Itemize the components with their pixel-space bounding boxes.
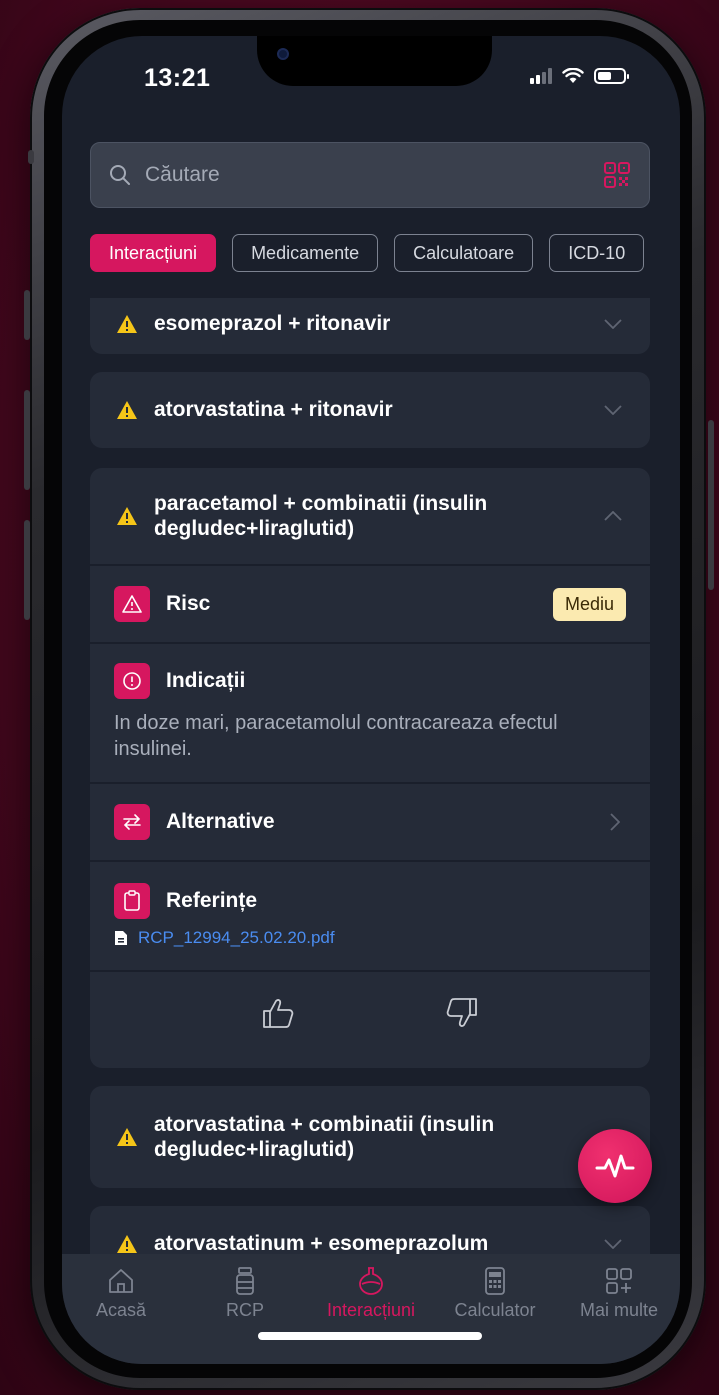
flask-icon <box>359 1267 383 1295</box>
references-section: Referințe RCP_12994_25.02.20.pdf <box>90 860 650 970</box>
interaction-title: atorvastatinum + esomeprazolum <box>154 1232 489 1254</box>
interaction-card[interactable]: esomeprazol + ritonavir <box>90 298 650 354</box>
risk-label: Risc <box>166 592 211 615</box>
side-button <box>28 150 34 164</box>
tab-interactions[interactable]: Interacțiuni <box>316 1266 426 1321</box>
app-screen: 13:21 Căutare Interacțiuni Medicamente C… <box>62 36 680 1364</box>
risk-level-badge: Mediu <box>552 587 626 621</box>
file-icon <box>115 931 127 945</box>
bottom-tab-bar: Acasă RCP Interacțiuni Calculator Mai mu… <box>62 1254 680 1364</box>
tab-more-label: Mai multe <box>579 1300 659 1320</box>
indications-section: Indicații In doze mari, paracetamolul co… <box>90 642 650 782</box>
wifi-icon <box>562 68 584 83</box>
tab-interactions-label: Interacțiuni <box>326 1300 416 1320</box>
clipboard-icon <box>114 883 150 919</box>
status-icons <box>530 68 629 84</box>
warning-icon <box>117 1235 137 1253</box>
interaction-title: esomeprazol + ritonavir <box>154 312 391 336</box>
chevron-up-icon[interactable] <box>602 505 624 527</box>
search-icon <box>110 165 130 185</box>
tab-home[interactable]: Acasă <box>66 1266 176 1321</box>
indications-label: Indicații <box>166 669 246 692</box>
interaction-title: atorvastatina + combinatii (insulin degl… <box>154 1112 495 1161</box>
grid-plus-icon <box>606 1268 632 1294</box>
warning-icon <box>117 401 137 419</box>
reference-file-link[interactable]: RCP_12994_25.02.20.pdf <box>114 928 626 970</box>
volume-down-button <box>24 520 30 620</box>
warning-icon <box>117 315 137 333</box>
alternatives-section[interactable]: Alternative <box>90 782 650 860</box>
qr-code-icon[interactable] <box>603 161 631 189</box>
home-icon <box>109 1269 133 1293</box>
search-input[interactable]: Căutare <box>145 163 603 187</box>
tab-calculator[interactable]: Calculator <box>440 1266 550 1321</box>
tab-home-label: Acasă <box>95 1300 147 1320</box>
chip-calculators[interactable]: Calculatoare <box>394 234 534 272</box>
references-label: Referințe <box>166 889 258 912</box>
battery-icon <box>594 68 629 84</box>
interaction-card[interactable]: atorvastatina + ritonavir <box>90 372 650 448</box>
calculator-icon <box>485 1267 505 1295</box>
alert-triangle-icon <box>114 586 150 622</box>
reference-file-name[interactable]: RCP_12994_25.02.20.pdf <box>138 928 335 948</box>
interaction-card[interactable]: atorvastatina + combinatii (insulin degl… <box>90 1086 650 1188</box>
tab-rcp-label: RCP <box>225 1300 264 1320</box>
category-chips: Interacțiuni Medicamente Calculatoare IC… <box>90 234 680 272</box>
tab-more[interactable]: Mai multe <box>564 1266 674 1321</box>
swap-icon <box>114 804 150 840</box>
interaction-title: paracetamol + combinatii (insulin deglud… <box>154 491 488 540</box>
thumbs-up-icon[interactable] <box>261 997 295 1029</box>
volume-up-button <box>24 390 30 490</box>
warning-icon <box>117 1128 137 1146</box>
chip-icd10[interactable]: ICD-10 <box>549 234 645 272</box>
thumbs-down-icon[interactable] <box>445 997 479 1029</box>
status-time: 13:21 <box>144 64 211 92</box>
chip-medicines[interactable]: Medicamente <box>232 234 379 272</box>
interaction-title: atorvastatina + ritonavir <box>154 398 393 422</box>
alternatives-label: Alternative <box>166 810 275 833</box>
warning-icon <box>117 507 137 525</box>
chevron-down-icon[interactable] <box>602 313 624 335</box>
indications-text: In doze mari, paracetamolul contracareaz… <box>114 712 558 760</box>
interaction-card[interactable]: atorvastatinum + esomeprazolum <box>90 1206 650 1254</box>
chevron-down-icon[interactable] <box>602 399 624 421</box>
chevron-right-icon[interactable] <box>604 811 626 833</box>
tab-calculator-label: Calculator <box>454 1300 536 1320</box>
interaction-card-expanded: paracetamol + combinatii (insulin deglud… <box>90 468 650 1068</box>
risk-section: Risc Mediu <box>90 564 650 642</box>
pulse-fab-button[interactable] <box>578 1129 652 1203</box>
camera <box>277 48 289 60</box>
power-button <box>708 420 714 590</box>
pill-bottle-icon <box>236 1267 254 1295</box>
chip-interactions[interactable]: Interacțiuni <box>90 234 217 272</box>
side-button <box>24 290 30 340</box>
cellular-signal-icon <box>530 68 552 84</box>
chevron-down-icon[interactable] <box>602 1233 624 1254</box>
card-header[interactable]: paracetamol + combinatii (insulin deglud… <box>90 468 650 564</box>
notch <box>257 36 492 86</box>
search-bar[interactable]: Căutare <box>90 142 650 208</box>
tab-rcp[interactable]: RCP <box>190 1266 300 1321</box>
home-indicator[interactable] <box>258 1332 482 1340</box>
info-circle-icon <box>114 663 150 699</box>
interaction-list: esomeprazol + ritonavir atorvastatina + … <box>62 298 680 1254</box>
pulse-icon <box>595 1154 635 1178</box>
feedback-row <box>90 970 650 1054</box>
